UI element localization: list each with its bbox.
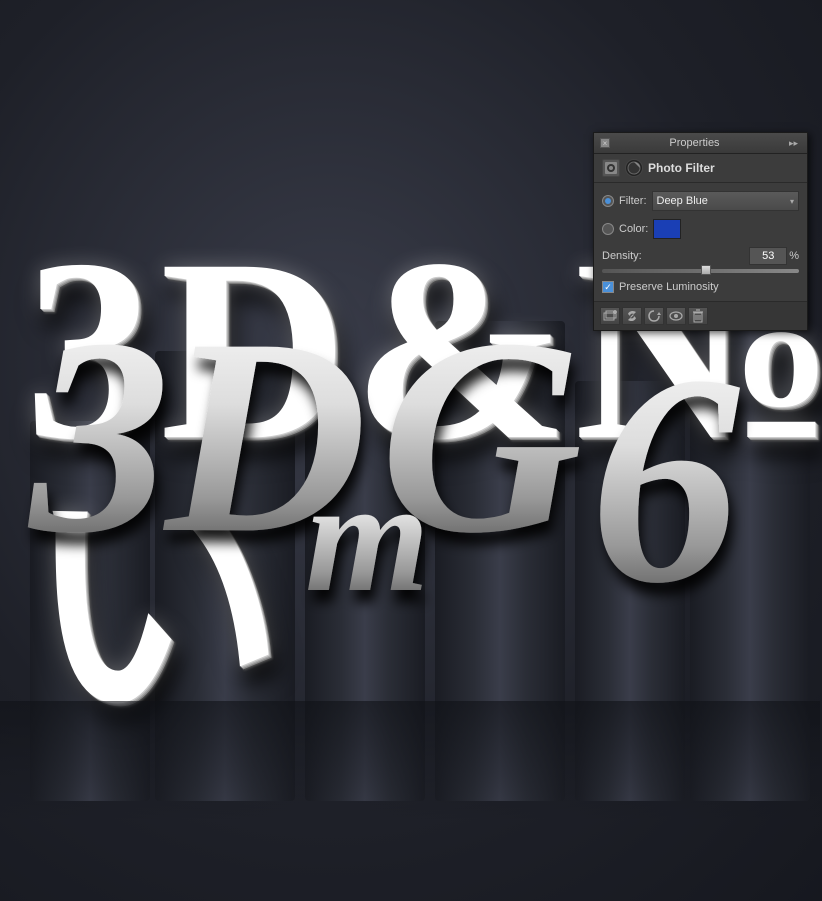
- filter-radio[interactable]: [602, 195, 614, 207]
- link-button[interactable]: [622, 307, 642, 325]
- color-row: Color:: [602, 219, 799, 239]
- filter-label: Filter:: [619, 195, 647, 207]
- panel-footer: [594, 301, 807, 330]
- panel-collapse-button[interactable]: ▸▸: [789, 138, 801, 148]
- preserve-luminosity-row: ✓ Preserve Luminosity: [602, 281, 799, 293]
- checkmark-icon: ✓: [604, 283, 612, 292]
- filter-row: Filter: Deep Blue ▾: [602, 191, 799, 211]
- filter-dropdown[interactable]: Deep Blue ▾: [652, 191, 800, 211]
- density-value[interactable]: 53: [749, 247, 787, 265]
- section-title: Photo Filter: [648, 161, 715, 175]
- preserve-luminosity-label: Preserve Luminosity: [619, 281, 719, 293]
- layer-mask-icon[interactable]: [602, 159, 620, 177]
- color-label: Color:: [619, 223, 648, 235]
- footer-buttons: [600, 307, 708, 325]
- delete-button[interactable]: [688, 307, 708, 325]
- panel-section-header: Photo Filter: [594, 154, 807, 183]
- density-slider-track[interactable]: [602, 269, 799, 273]
- floor-shadow: [0, 701, 820, 821]
- density-label: Density:: [602, 250, 652, 262]
- reset-button[interactable]: [644, 307, 664, 325]
- density-unit: %: [789, 250, 799, 262]
- panel-titlebar: × Properties ▸▸: [594, 133, 807, 154]
- svg-text:3: 3: [26, 280, 170, 591]
- panel-title: Properties: [600, 137, 789, 149]
- add-layer-button[interactable]: [600, 307, 620, 325]
- panel-body: Filter: Deep Blue ▾ Color: Density: 53 %: [594, 183, 807, 301]
- color-radio[interactable]: [602, 223, 614, 235]
- adjustment-icon[interactable]: [625, 159, 643, 177]
- properties-panel: × Properties ▸▸ Photo Filter Filter: [593, 132, 808, 331]
- color-swatch[interactable]: [653, 219, 681, 239]
- density-slider-thumb[interactable]: [701, 265, 711, 275]
- svg-text:6: 6: [590, 313, 740, 645]
- density-row: Density: 53 %: [602, 247, 799, 265]
- visibility-button[interactable]: [666, 307, 686, 325]
- dropdown-arrow-icon: ▾: [790, 197, 794, 206]
- preserve-luminosity-checkbox[interactable]: ✓: [602, 281, 614, 293]
- svg-text:m: m: [305, 447, 429, 625]
- filter-value: Deep Blue: [657, 195, 708, 207]
